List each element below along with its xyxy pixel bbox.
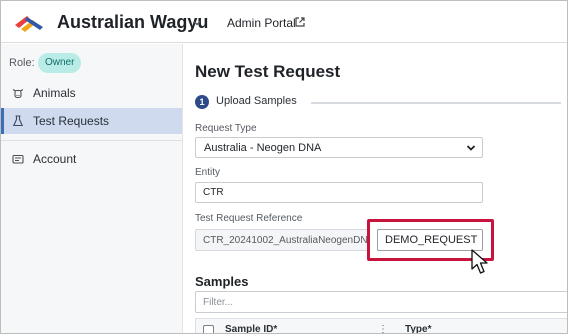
samples-heading: Samples	[195, 274, 249, 289]
id-card-icon	[12, 154, 24, 164]
chevron-down-icon	[466, 145, 476, 151]
request-type-label: Request Type	[195, 123, 257, 134]
external-link-icon[interactable]	[294, 16, 306, 28]
column-menu-icon[interactable]: ⋮	[378, 324, 388, 333]
sidebar-divider	[1, 140, 182, 141]
sidebar-item-animals[interactable]: Animals	[1, 80, 182, 106]
samples-table-header: Sample ID* ⋮ Type*	[195, 318, 567, 333]
reference-input[interactable]: DEMO_REQUEST	[377, 229, 483, 251]
chevron-down-icon[interactable]	[192, 18, 202, 28]
sidebar-item-label: Animals	[33, 86, 76, 100]
reference-prefix-text: CTR_20241002_AustraliaNeogenDNA_	[203, 235, 370, 246]
cow-icon	[12, 89, 24, 99]
column-header-type[interactable]: Type*	[405, 324, 432, 333]
reference-label: Test Request Reference	[195, 213, 303, 224]
sidebar-item-label: Account	[33, 152, 77, 166]
app-title[interactable]: Australian Wagyu	[57, 12, 208, 33]
entity-field[interactable]: CTR	[195, 182, 483, 203]
top-bar: Australian Wagyu Admin Portal	[1, 1, 567, 43]
role-label: Role:	[9, 57, 35, 69]
sidebar-item-label: Test Requests	[33, 114, 110, 128]
step-number-badge: 1	[195, 95, 209, 109]
page-title: New Test Request	[195, 62, 341, 81]
reference-prefix: CTR_20241002_AustraliaNeogenDNA_	[195, 229, 370, 251]
sidebar-item-test-requests[interactable]: Test Requests	[1, 108, 182, 134]
request-type-value: Australia - Neogen DNA	[204, 142, 322, 154]
stepper-line	[311, 102, 561, 104]
step-label: Upload Samples	[216, 95, 297, 107]
entity-label: Entity	[195, 167, 221, 178]
admin-portal-link[interactable]: Admin Portal	[227, 16, 296, 30]
flask-icon	[12, 115, 24, 127]
sidebar-item-account[interactable]: Account	[1, 146, 182, 172]
sidebar: Role: Owner Animals Test Requests Accoun…	[1, 44, 183, 333]
role-badge: Owner	[38, 53, 82, 73]
mouse-pointer-icon	[471, 249, 488, 274]
brand-logo[interactable]	[13, 12, 45, 34]
select-all-checkbox[interactable]	[203, 325, 214, 333]
samples-filter-input[interactable]: Filter...	[195, 291, 567, 313]
app-window: Australian Wagyu Admin Portal Role: Owne…	[0, 0, 568, 334]
column-header-sample-id[interactable]: Sample ID*	[225, 324, 277, 333]
request-type-select[interactable]: Australia - Neogen DNA	[195, 137, 483, 158]
filter-placeholder: Filter...	[203, 297, 234, 308]
